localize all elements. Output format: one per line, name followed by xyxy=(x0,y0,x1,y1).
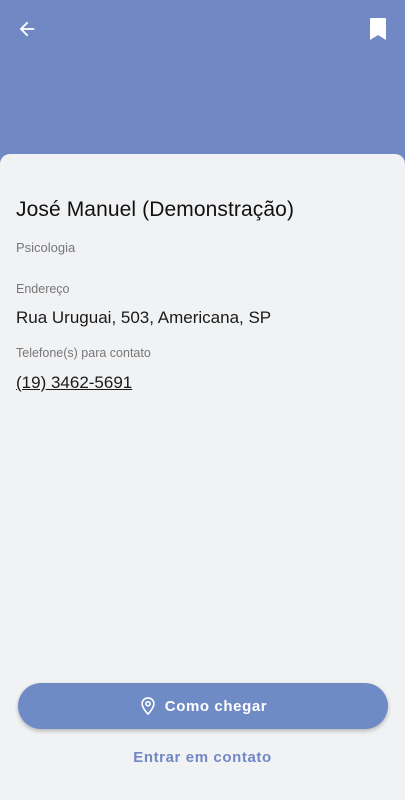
back-button[interactable] xyxy=(12,14,42,44)
address-value: Rua Uruguai, 503, Americana, SP xyxy=(16,308,272,327)
professional-detail-screen: José Manuel (Demonstração) Psicologia En… xyxy=(0,0,405,800)
professional-specialty: Psicologia xyxy=(16,240,76,255)
header xyxy=(0,0,405,165)
phone-label: Telefone(s) para contato xyxy=(16,346,151,360)
address-label: Endereço xyxy=(16,282,70,296)
directions-button[interactable]: Como chegar xyxy=(18,683,388,729)
bookmark-button[interactable] xyxy=(363,14,393,44)
directions-button-label: Como chegar xyxy=(164,697,268,715)
phone-link[interactable]: (19) 3462-5691 xyxy=(16,373,132,393)
arrow-left-icon xyxy=(19,21,35,37)
details-card: José Manuel (Demonstração) Psicologia En… xyxy=(0,154,405,800)
bookmark-icon xyxy=(370,18,386,40)
contact-link[interactable]: Entrar em contato xyxy=(0,749,405,766)
map-pin-icon xyxy=(139,697,157,715)
professional-name: José Manuel (Demonstração) xyxy=(16,198,295,221)
